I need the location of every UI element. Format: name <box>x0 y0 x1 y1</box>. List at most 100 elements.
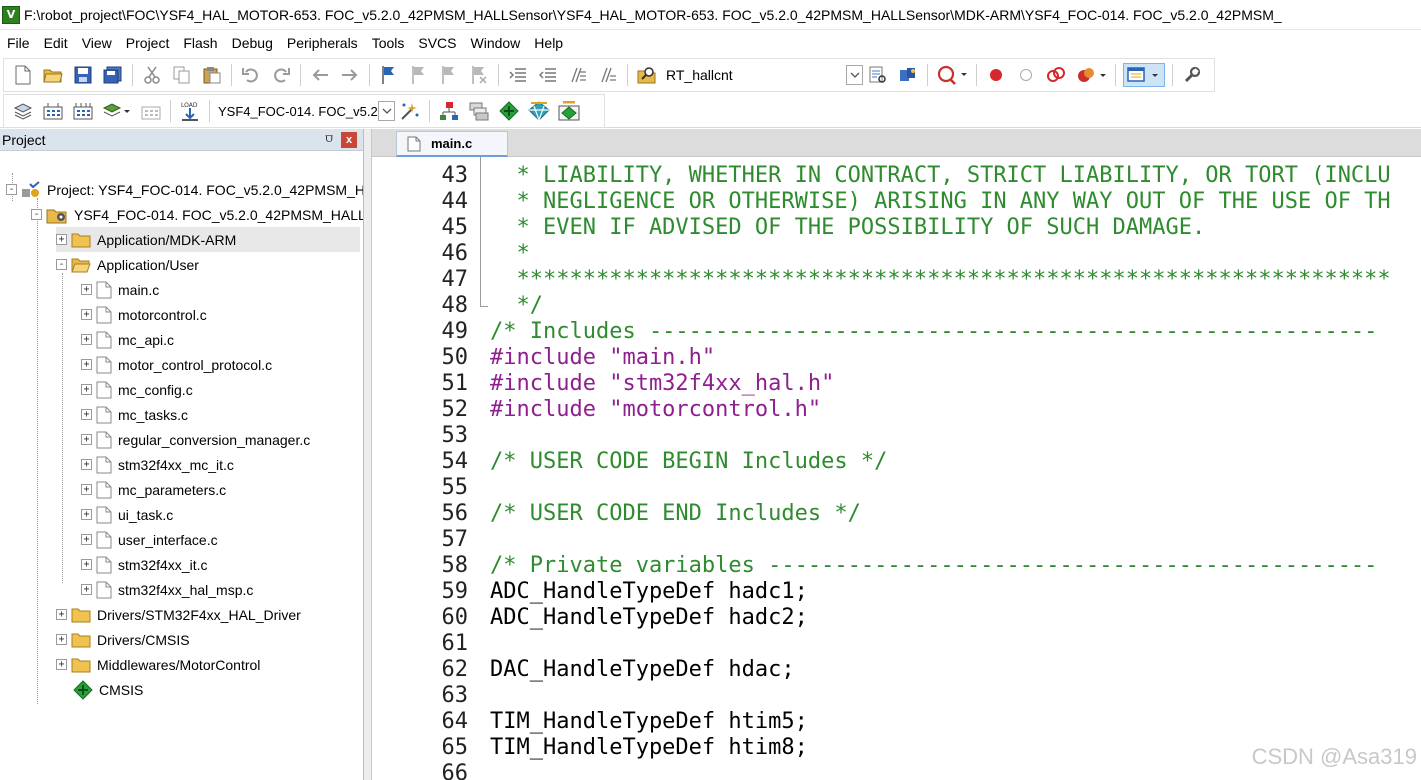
tree-component-cmsis[interactable]: CMSIS <box>73 677 143 702</box>
target-select-dropdown[interactable] <box>378 101 395 121</box>
find-combo[interactable]: RT_hallcnt <box>662 63 846 87</box>
navigate-forward-icon[interactable] <box>338 63 362 87</box>
tree-group-application-mdk-arm[interactable]: + Application/MDK-ARM <box>56 227 360 252</box>
uncomment-selection-icon[interactable] <box>596 63 620 87</box>
code-line[interactable]: * <box>490 241 529 266</box>
tree-expander[interactable]: + <box>56 234 67 245</box>
build-icon[interactable] <box>41 99 65 123</box>
tree-group-application-user[interactable]: - Application/User <box>56 252 199 277</box>
batch-build-icon[interactable] <box>101 99 133 123</box>
tree-expander[interactable]: + <box>56 609 67 620</box>
code-line[interactable]: * NEGLIGENCE OR OTHERWISE) ARISING IN AN… <box>490 189 1390 214</box>
code-line[interactable]: /* Includes ----------------------------… <box>490 319 1377 344</box>
menu-svcs[interactable]: SVCS <box>413 31 461 55</box>
code-line[interactable]: ****************************************… <box>490 267 1390 292</box>
file-extensions-icon[interactable] <box>437 99 461 123</box>
code-line[interactable]: DAC_HandleTypeDef hdac; <box>490 657 795 682</box>
tree-group-drivers-hal[interactable]: + Drivers/STM32F4xx_HAL_Driver <box>56 602 301 627</box>
tree-expander[interactable]: + <box>81 484 92 495</box>
code-line[interactable]: #include "main.h" <box>490 345 715 370</box>
stop-build-icon[interactable] <box>139 99 163 123</box>
tree-expander[interactable]: + <box>81 334 92 345</box>
tree-file[interactable]: + stm32f4xx_hal_msp.c <box>81 577 253 602</box>
insert-breakpoint-icon[interactable] <box>984 63 1008 87</box>
code-line[interactable]: /* Private variables -------------------… <box>490 553 1377 578</box>
unindent-icon[interactable] <box>536 63 560 87</box>
tree-file[interactable]: + mc_api.c <box>81 327 174 352</box>
menu-debug[interactable]: Debug <box>227 31 278 55</box>
tree-expander[interactable]: + <box>81 509 92 520</box>
window-layout-icon[interactable] <box>1123 63 1165 87</box>
incremental-find-icon[interactable] <box>866 63 890 87</box>
save-icon[interactable] <box>71 63 95 87</box>
tree-expander[interactable]: + <box>56 634 67 645</box>
open-file-icon[interactable] <box>41 63 65 87</box>
tree-file[interactable]: + mc_config.c <box>81 377 193 402</box>
tree-expander[interactable]: + <box>81 459 92 470</box>
code-line[interactable]: TIM_HandleTypeDef htim5; <box>490 709 808 734</box>
tree-file[interactable]: + mc_parameters.c <box>81 477 226 502</box>
menu-edit[interactable]: Edit <box>39 31 73 55</box>
download-load-icon[interactable]: LOAD <box>178 99 202 123</box>
tree-expander[interactable]: + <box>81 384 92 395</box>
code-line[interactable]: ADC_HandleTypeDef hadc1; <box>490 579 808 604</box>
tree-file[interactable]: + motorcontrol.c <box>81 302 207 327</box>
paste-icon[interactable] <box>200 63 224 87</box>
pack-installer-icon[interactable] <box>497 99 521 123</box>
copy-icon[interactable] <box>170 63 194 87</box>
tree-file[interactable]: + user_interface.c <box>81 527 218 552</box>
find-replace-icon[interactable] <box>896 63 920 87</box>
tree-expander[interactable]: + <box>81 559 92 570</box>
new-file-icon[interactable] <box>11 63 35 87</box>
target-options-icon[interactable] <box>398 99 422 123</box>
translate-icon[interactable] <box>11 99 35 123</box>
find-in-files-icon[interactable] <box>635 63 659 87</box>
tree-target[interactable]: - YSF4_FOC-014. FOC_v5.2.0_42PMSM_HALL <box>31 202 363 227</box>
menu-project[interactable]: Project <box>121 31 175 55</box>
kill-all-breakpoints-icon[interactable] <box>1074 63 1108 87</box>
code-editor[interactable]: 43 * LIABILITY, WHETHER IN CONTRACT, STR… <box>372 157 1421 780</box>
tree-expander[interactable]: + <box>81 584 92 595</box>
menu-help[interactable]: Help <box>529 31 568 55</box>
tree-file[interactable]: + regular_conversion_manager.c <box>81 427 310 452</box>
redo-icon[interactable] <box>269 63 293 87</box>
code-line[interactable]: #include "stm32f4xx_hal.h" <box>490 371 834 396</box>
tab-main-c[interactable]: main.c <box>396 131 508 157</box>
configure-icon[interactable] <box>1180 63 1204 87</box>
cut-icon[interactable] <box>140 63 164 87</box>
menu-tools[interactable]: Tools <box>367 31 410 55</box>
debug-session-icon[interactable] <box>935 63 969 87</box>
pack-manager-icon[interactable] <box>557 99 581 123</box>
tree-file[interactable]: + stm32f4xx_mc_it.c <box>81 452 234 477</box>
tree-expander[interactable]: + <box>81 284 92 295</box>
menu-view[interactable]: View <box>77 31 117 55</box>
tree-expander[interactable]: + <box>81 409 92 420</box>
next-bookmark-icon[interactable] <box>437 63 461 87</box>
enable-breakpoint-icon[interactable] <box>1014 63 1038 87</box>
tree-file[interactable]: + main.c <box>81 277 159 302</box>
code-line[interactable]: #include "motorcontrol.h" <box>490 397 821 422</box>
menu-flash[interactable]: Flash <box>178 31 222 55</box>
select-packs-icon[interactable] <box>527 99 551 123</box>
tree-expander[interactable]: + <box>81 309 92 320</box>
clear-bookmarks-icon[interactable] <box>467 63 491 87</box>
code-line[interactable]: * LIABILITY, WHETHER IN CONTRACT, STRICT… <box>490 163 1390 188</box>
tree-expander[interactable]: - <box>6 184 17 195</box>
find-combo-dropdown[interactable] <box>846 65 863 85</box>
pin-icon[interactable]: ⩌ <box>325 131 333 146</box>
code-line[interactable]: * EVEN IF ADVISED OF THE POSSIBILITY OF … <box>490 215 1205 240</box>
code-line[interactable]: /* USER CODE END Includes */ <box>490 501 861 526</box>
tree-group-middlewares[interactable]: + Middlewares/MotorControl <box>56 652 260 677</box>
tree-file[interactable]: + motor_control_protocol.c <box>81 352 272 377</box>
manage-rte-icon[interactable] <box>467 99 491 123</box>
tree-group-drivers-cmsis[interactable]: + Drivers/CMSIS <box>56 627 190 652</box>
tree-project-root[interactable]: - Project: YSF4_FOC-014. FOC_v5.2.0_42PM… <box>6 177 363 202</box>
tree-expander[interactable]: + <box>81 434 92 445</box>
prev-bookmark-icon[interactable] <box>407 63 431 87</box>
tree-expander[interactable]: + <box>56 659 67 670</box>
rebuild-icon[interactable] <box>71 99 95 123</box>
close-icon[interactable]: x <box>341 132 357 148</box>
save-all-icon[interactable] <box>101 63 125 87</box>
target-select[interactable]: YSF4_FOC-014. FOC_v5.2 <box>214 99 378 123</box>
tree-expander[interactable]: + <box>81 359 92 370</box>
